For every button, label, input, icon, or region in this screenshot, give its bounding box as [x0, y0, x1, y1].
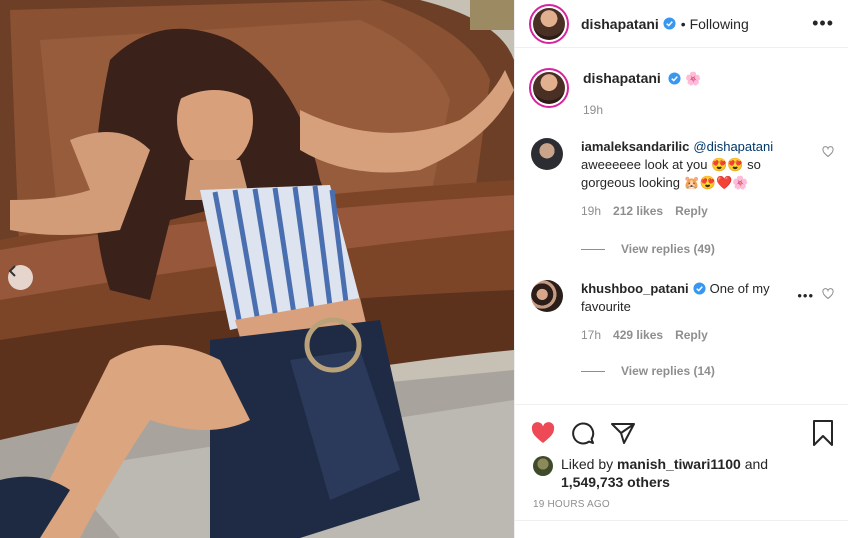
follow-status[interactable]: • Following	[681, 16, 749, 32]
save-button[interactable]	[812, 419, 834, 446]
caption-username[interactable]: dishapatani	[583, 70, 661, 86]
comment-item: khushboo_patani One of my favourite 17h …	[531, 280, 834, 344]
author-avatar[interactable]	[529, 3, 569, 44]
bookmark-icon	[813, 419, 833, 446]
view-replies-label: View replies (49)	[621, 242, 715, 256]
comment-likes[interactable]: 212 likes	[613, 202, 663, 220]
commenter-username[interactable]: khushboo_patani	[581, 281, 689, 296]
likes-count[interactable]: 1,549,733 others	[561, 474, 670, 490]
share-icon	[611, 422, 635, 444]
comment-likes[interactable]: 429 likes	[613, 326, 663, 344]
commenter-username[interactable]: iamaleksandarilic	[581, 139, 689, 154]
comment-mention[interactable]: @dishapatani	[693, 139, 773, 154]
comment-time: 17h	[581, 328, 602, 342]
reply-button[interactable]: Reply	[675, 326, 708, 344]
comment-button[interactable]	[571, 421, 595, 445]
comment-icon	[572, 422, 595, 444]
carousel-prev-button[interactable]	[8, 265, 33, 290]
post-action-bar	[515, 404, 848, 460]
post-caption: dishapatani 🌸 19h	[515, 48, 848, 117]
verified-badge-icon	[668, 72, 681, 85]
post-photo[interactable]	[0, 0, 514, 538]
comment-like-heart-icon[interactable]	[822, 288, 834, 300]
comments-list[interactable]: dishapatani 🌸 19h iamaleksandarilic @dish…	[515, 48, 848, 404]
caption-text: 🌸	[685, 71, 702, 86]
liked-by-label: Liked by	[561, 456, 614, 472]
chevron-left-icon	[8, 265, 16, 277]
comment-item: iamaleksandarilic @dishapatani aweeeeee l…	[531, 138, 834, 220]
view-replies-button[interactable]: View replies (49)	[581, 242, 715, 256]
post-header: dishapatani • Following •••	[515, 0, 848, 48]
post-timestamp[interactable]: 19 HOURS AGO	[533, 499, 610, 510]
verified-badge-icon	[693, 282, 706, 295]
like-button[interactable]	[531, 421, 555, 444]
add-comment-bar[interactable]	[515, 520, 848, 538]
likes-connector: and	[744, 456, 769, 472]
commenter-avatar[interactable]	[531, 138, 563, 170]
commenter-avatar[interactable]	[531, 280, 563, 312]
heart-icon	[531, 421, 555, 443]
comment-time: 19h	[581, 204, 602, 218]
replies-divider	[581, 248, 605, 250]
caption-avatar[interactable]	[529, 68, 569, 108]
comment-options-button[interactable]: •••	[797, 288, 814, 303]
comment-like-heart-icon[interactable]	[822, 146, 834, 158]
liker-username[interactable]: manish_tiwari1100	[617, 456, 741, 472]
reply-button[interactable]: Reply	[675, 202, 708, 220]
view-replies-label: View replies (14)	[621, 364, 715, 378]
more-options-button[interactable]: •••	[812, 13, 834, 34]
author-username[interactable]: dishapatani	[581, 16, 659, 32]
share-button[interactable]	[611, 422, 635, 444]
comment-text: aweeeeee look at you 😍😍 so gorgeous look…	[581, 157, 761, 190]
likes-summary: Liked by manish_tiwari1100 and 1,549,733…	[533, 455, 834, 491]
verified-badge-icon	[663, 17, 676, 30]
post-side-panel: dishapatani • Following ••• dishapatani …	[514, 0, 848, 538]
view-replies-button[interactable]: View replies (14)	[581, 364, 715, 378]
photo-illustration	[0, 0, 514, 538]
caption-time: 19h	[583, 103, 604, 117]
replies-divider	[581, 370, 605, 372]
comment-meta: 19h 212 likes Reply	[581, 202, 791, 220]
comment-meta: 17h 429 likes Reply	[581, 326, 791, 344]
liker-avatar[interactable]	[533, 456, 553, 476]
